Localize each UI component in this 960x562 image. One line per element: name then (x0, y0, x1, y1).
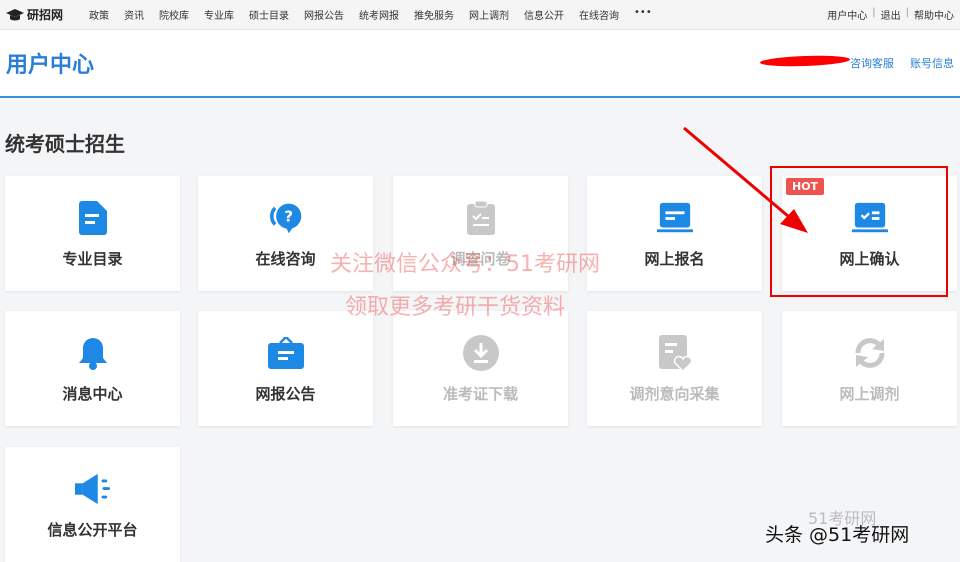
card-label: 网上调剂 (839, 385, 900, 403)
card-label: 信息公开平台 (47, 521, 138, 539)
card-8[interactable]: 准考证下载 (393, 311, 568, 426)
top-nav-bar: 研招网 政策 资讯 院校库 专业库 硕士目录 网报公告 统考网报 推免服务 网上调剂 信息公开 在线… (0, 0, 960, 30)
page-title: 用户中心 (6, 53, 95, 78)
card-label: 网上确认 (839, 250, 900, 268)
card-7[interactable]: 网报公告 (198, 311, 373, 426)
clipboard-check-icon (463, 200, 499, 236)
laptop-check-icon (851, 200, 888, 236)
nav-item[interactable]: 政策 (89, 7, 109, 22)
nav-item[interactable]: 信息公开 (524, 7, 564, 22)
logo-text: 研招网 (27, 8, 64, 22)
card-11[interactable]: 信息公开平台 (5, 447, 180, 562)
card-label: 调剂意向采集 (629, 385, 720, 403)
card-9[interactable]: 调剂意向采集 (587, 311, 762, 426)
main-nav: 政策 资讯 院校库 专业库 硕士目录 网报公告 统考网报 推免服务 网上调剂 信息公开 在线咨询 ••… (89, 7, 652, 22)
nav-item[interactable]: 院校库 (159, 7, 189, 22)
graduation-cap-icon (6, 8, 24, 20)
card-4[interactable]: 网上报名 (587, 176, 762, 291)
card-label: 网报公告 (255, 385, 316, 403)
card-label: 网上报名 (644, 250, 705, 268)
card-label: 在线咨询 (255, 250, 316, 268)
link-user-center[interactable]: 用户中心 (827, 7, 867, 22)
card-1[interactable]: 专业目录 (5, 176, 180, 291)
card-3[interactable]: 调查问卷 (393, 176, 568, 291)
card-label: 准考证下载 (442, 385, 518, 403)
nav-item[interactable]: 网上调剂 (469, 7, 509, 22)
site-logo[interactable]: 研招网 (6, 6, 63, 23)
svg-text:?: ? (284, 208, 293, 226)
nav-item[interactable]: ••• (634, 7, 652, 22)
card-label: 调查问卷 (450, 250, 511, 268)
nav-item[interactable]: 资讯 (124, 7, 144, 22)
card-10[interactable]: 网上调剂 (782, 311, 957, 426)
card-5[interactable]: HOT 网上确认 (782, 176, 957, 291)
briefcase-icon (267, 335, 304, 371)
divider: | (905, 7, 909, 18)
card-label: 消息中心 (62, 385, 123, 403)
megaphone-icon (74, 471, 111, 507)
download-icon (462, 335, 499, 371)
link-account-info[interactable]: 账号信息 (910, 55, 954, 71)
card-label: 专业目录 (62, 250, 123, 268)
nav-item[interactable]: 统考网报 (359, 7, 399, 22)
nav-item[interactable]: 专业库 (204, 7, 234, 22)
bell-icon (75, 335, 111, 371)
hot-badge: HOT (786, 178, 825, 195)
card-2[interactable]: ? 在线咨询 (198, 176, 373, 291)
card-6[interactable]: 消息中心 (5, 311, 180, 426)
nav-item[interactable]: 在线咨询 (579, 7, 619, 22)
section-title: 统考硕士招生 (5, 132, 125, 156)
document-icon (75, 200, 111, 236)
top-links: 用户中心 | 退出 | 帮助中心 (827, 7, 954, 22)
link-customer-service[interactable]: 咨询客服 (850, 55, 894, 71)
document-heart-icon (657, 335, 693, 371)
nav-item[interactable]: 推免服务 (414, 7, 454, 22)
credit-text: 头条 @51考研网 (765, 524, 910, 546)
nav-item[interactable]: 硕士目录 (249, 7, 289, 22)
laptop-form-icon (656, 200, 693, 236)
nav-item[interactable]: 网报公告 (304, 7, 344, 22)
refresh-icon (852, 335, 888, 371)
link-logout[interactable]: 退出 (881, 7, 901, 22)
divider: | (872, 7, 876, 18)
link-help-center[interactable]: 帮助中心 (914, 7, 954, 22)
question-bubble-icon: ? (268, 200, 304, 236)
